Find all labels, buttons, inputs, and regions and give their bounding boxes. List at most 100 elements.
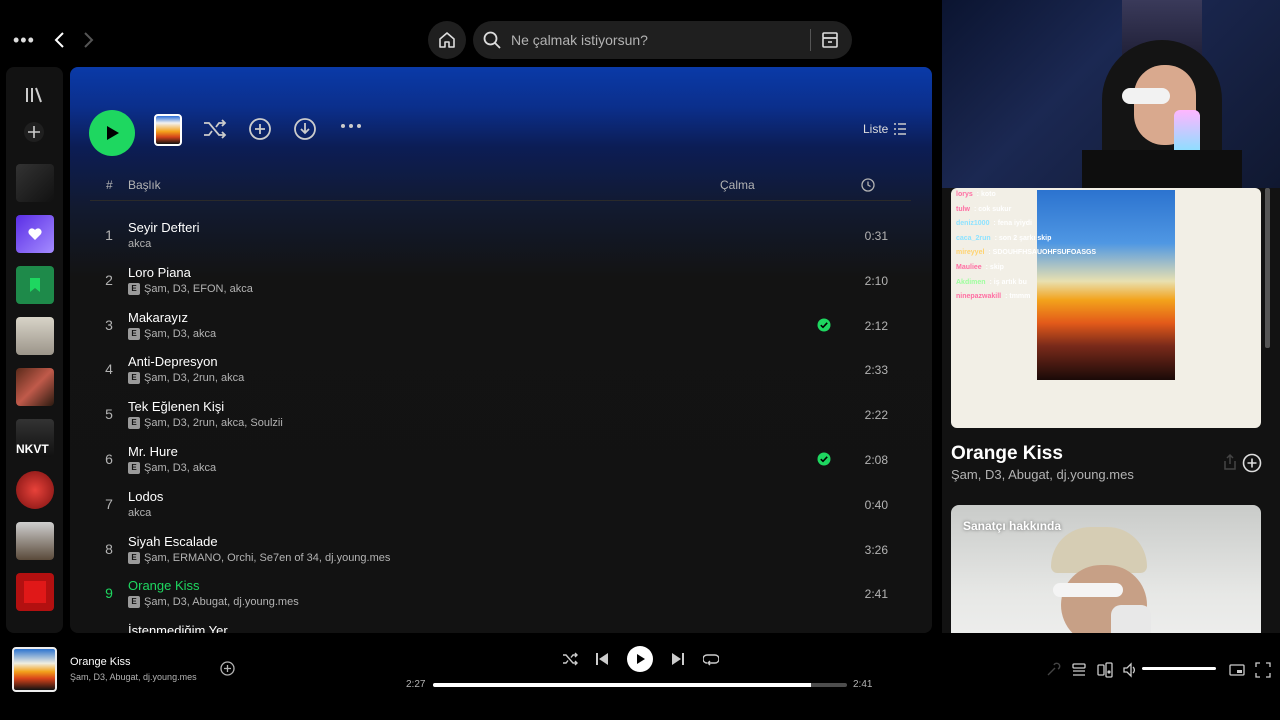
chat-user: Mauliee — [956, 263, 982, 271]
library-sidebar: NKVT — [6, 67, 63, 633]
sidebar-item-album-3[interactable] — [16, 522, 54, 560]
header-title[interactable]: Başlık — [128, 178, 161, 192]
sidebar-item-album-4[interactable] — [16, 573, 54, 611]
search-divider — [810, 29, 811, 51]
track-list: 1 Seyir Defteri akca 0:31 2 Loro Piana E Şam, D… — [90, 213, 911, 633]
track-artists-text[interactable]: Şam, D3, 2run, akca, Soulzii — [144, 417, 283, 429]
track-row[interactable]: 3 Makarayız E Şam, D3, akca 2:12 — [90, 303, 911, 348]
lyrics-icon[interactable] — [1045, 662, 1061, 678]
volume-slider[interactable] — [1142, 667, 1216, 670]
queue-icon[interactable] — [1071, 662, 1087, 678]
sidebar-item-artist-1[interactable] — [16, 164, 54, 202]
play-button[interactable] — [89, 110, 135, 156]
about-artist-card[interactable]: Sanatçı hakkında — [951, 505, 1261, 633]
volume-icon[interactable] — [1122, 662, 1138, 678]
track-artists-text[interactable]: akca — [128, 507, 151, 519]
more-options-icon[interactable] — [339, 121, 363, 131]
sidebar-item-album-1[interactable] — [16, 317, 54, 355]
track-row[interactable]: 8 Siyah Escalade E Şam, ERMANO, Orchi, Se7e… — [90, 527, 911, 572]
chat-text: iş artık bu — [993, 278, 1027, 286]
download-icon[interactable] — [293, 117, 317, 141]
more-menu-icon[interactable]: ••• — [13, 30, 35, 51]
playlist-view: Liste # Başlık Çalma 1 Seyir Defteri akca 0… — [70, 67, 932, 633]
forward-arrow-icon[interactable] — [80, 30, 96, 50]
player-play-button[interactable] — [627, 646, 653, 672]
previous-icon[interactable] — [595, 652, 609, 666]
album-cover-thumbnail[interactable] — [154, 114, 182, 146]
track-title[interactable]: Loro Piana — [128, 265, 191, 280]
track-title[interactable]: Siyah Escalade — [128, 534, 218, 549]
library-icon[interactable] — [24, 85, 44, 105]
track-artists-text[interactable]: Şam, D3, EFON, akca — [144, 283, 253, 295]
share-icon[interactable] — [1222, 453, 1238, 471]
track-title[interactable]: İstenmediğim Yer — [128, 623, 228, 633]
header-plays[interactable]: Çalma — [720, 178, 755, 192]
track-artists: akca — [128, 238, 151, 250]
player-album-cover[interactable] — [12, 647, 57, 692]
track-row[interactable]: 4 Anti-Depresyon E Şam, D3, 2run, akca 2:33 — [90, 347, 911, 392]
chat-text: SDOUHFHSAUOHFSUFOASGS — [992, 249, 1097, 257]
player-track-artists[interactable]: Şam, D3, Abugat, dj.young.mes — [70, 672, 197, 682]
back-arrow-icon[interactable] — [52, 30, 68, 50]
track-row[interactable]: 7 Lodos akca 0:40 — [90, 482, 911, 527]
search-input[interactable] — [511, 32, 791, 48]
track-duration: 2:12 — [864, 318, 888, 333]
track-row[interactable]: 10İstenmediğim Yer — [90, 616, 911, 633]
track-title[interactable]: Tek Eğlenen Kişi — [128, 399, 224, 414]
repeat-icon[interactable] — [703, 652, 719, 666]
add-to-library-icon[interactable] — [248, 117, 272, 141]
shuffle-icon[interactable] — [562, 652, 578, 666]
add-to-playlist-icon[interactable] — [1242, 453, 1262, 473]
sidebar-item-album-2[interactable] — [16, 368, 54, 406]
track-title[interactable]: Lodos — [128, 489, 163, 504]
track-artists-text[interactable]: Şam, D3, akca — [144, 328, 216, 340]
saved-check-icon[interactable] — [817, 452, 831, 466]
create-plus-icon[interactable] — [23, 121, 45, 143]
search-bar[interactable] — [473, 21, 852, 59]
track-row[interactable]: 9 Orange Kiss E Şam, D3, Abugat, dj.young.m… — [90, 571, 911, 616]
track-title[interactable]: Orange Kiss — [128, 578, 200, 593]
chat-message: tulw : cok sukur — [956, 205, 1012, 213]
track-artists-text[interactable]: Şam, D3, Abugat, dj.young.mes — [144, 596, 299, 608]
progress-bar[interactable] — [433, 683, 847, 687]
now-playing-title[interactable]: Orange Kiss — [951, 443, 1063, 465]
connect-device-icon[interactable] — [1097, 662, 1113, 678]
track-number: 9 — [105, 585, 113, 602]
player-add-icon[interactable] — [220, 661, 235, 676]
volume-fill — [1142, 667, 1216, 670]
now-playing-artists[interactable]: Şam, D3, Abugat, dj.young.mes — [951, 467, 1134, 482]
track-row[interactable]: 5 Tek Eğlenen Kişi E Şam, D3, 2run, akca, S… — [90, 392, 911, 437]
chat-text: fena iyiydi — [997, 220, 1032, 228]
track-title[interactable]: Anti-Depresyon — [128, 354, 218, 369]
sidebar-item-album-nkvt[interactable]: NKVT — [16, 419, 54, 457]
track-artists-text[interactable]: Şam, D3, 2run, akca — [144, 372, 244, 384]
explicit-badge: E — [128, 461, 140, 474]
progress-fill — [433, 683, 811, 687]
sidebar-item-saved-episodes[interactable] — [16, 266, 54, 304]
sidebar-item-artist-2[interactable] — [16, 471, 54, 509]
heart-icon — [28, 228, 42, 240]
fullscreen-icon[interactable] — [1255, 662, 1271, 678]
track-title[interactable]: Makarayız — [128, 310, 188, 325]
next-icon[interactable] — [671, 652, 685, 666]
list-view-icon[interactable] — [893, 122, 907, 136]
track-duration: 2:22 — [864, 408, 888, 423]
sidebar-item-liked-songs[interactable] — [16, 215, 54, 253]
track-row[interactable]: 6 Mr. Hure E Şam, D3, akca 2:08 — [90, 437, 911, 482]
shuffle-icon[interactable] — [202, 117, 228, 141]
home-button[interactable] — [428, 21, 466, 59]
miniplayer-icon[interactable] — [1229, 662, 1245, 678]
track-artists-text[interactable]: Şam, ERMANO, Orchi, Se7en of 34, dj.youn… — [144, 552, 390, 564]
track-artists-text[interactable]: akca — [128, 238, 151, 250]
panel-scrollbar[interactable] — [1265, 188, 1270, 348]
track-row[interactable]: 1 Seyir Defteri akca 0:31 — [90, 213, 911, 258]
track-artists-text[interactable]: Şam, D3, akca — [144, 462, 216, 474]
track-row[interactable]: 2 Loro Piana E Şam, D3, EFON, akca 2:10 — [90, 258, 911, 303]
track-title[interactable]: Seyir Defteri — [128, 220, 200, 235]
player-track-title[interactable]: Orange Kiss — [70, 656, 131, 668]
browse-icon[interactable] — [820, 30, 840, 50]
track-title[interactable]: Mr. Hure — [128, 444, 178, 459]
view-mode-label[interactable]: Liste — [863, 122, 888, 136]
saved-check-icon[interactable] — [817, 318, 831, 332]
chat-message: lorys : koto — [956, 191, 996, 198]
